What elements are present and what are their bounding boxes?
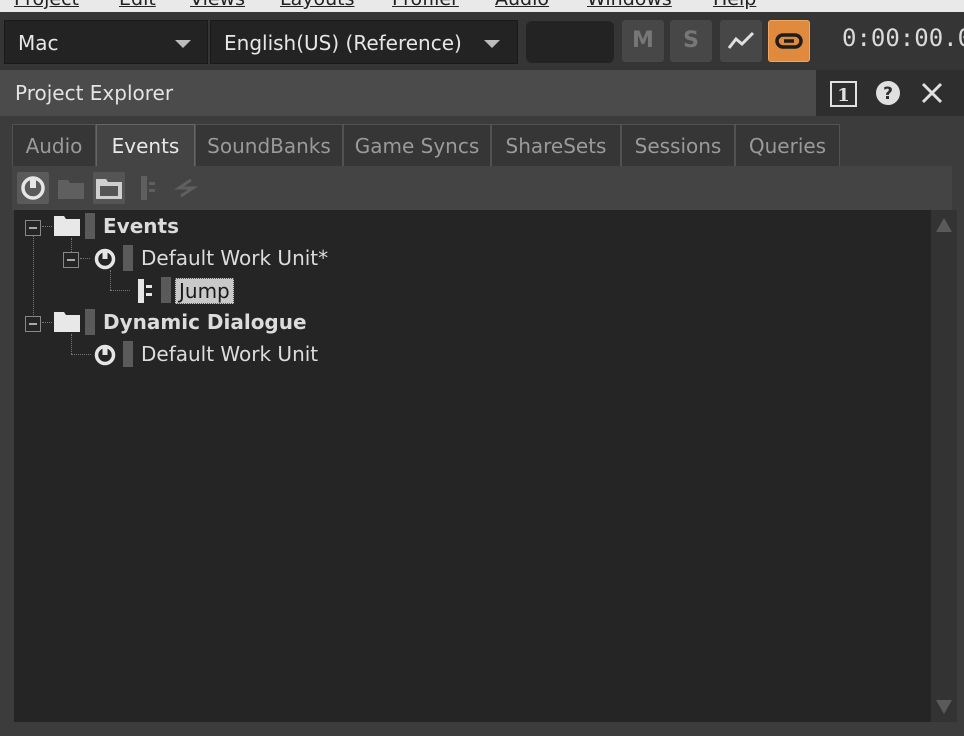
menu-edit[interactable]: Edit: [119, 0, 156, 10]
tree-item-events[interactable]: Events: [14, 212, 414, 242]
color-swatch: [85, 309, 95, 335]
scroll-up-icon[interactable]: [936, 218, 952, 232]
menu-bar: Project Edit Views Layouts Profiler Audi…: [0, 0, 964, 12]
vertical-scrollbar[interactable]: [931, 210, 957, 722]
platform-value: Mac: [18, 31, 59, 55]
color-swatch: [123, 245, 133, 271]
tree-item-default-work-unit-modified[interactable]: Default Work Unit*: [14, 244, 414, 274]
tree-item-default-work-unit[interactable]: Default Work Unit: [14, 340, 414, 370]
tree-item-jump[interactable]: Jump: [14, 276, 414, 306]
menu-audio[interactable]: Audio: [495, 0, 549, 10]
folder-icon[interactable]: [55, 172, 87, 204]
menu-project[interactable]: Project: [14, 0, 79, 10]
capture-button[interactable]: [720, 20, 762, 62]
view-number-icon[interactable]: 1: [829, 78, 859, 108]
project-tree: Events Default Work Unit* Jump Dynamic D…: [14, 210, 957, 722]
tree-item-label: Default Work Unit*: [141, 246, 329, 270]
panel-title: Project Explorer: [15, 81, 174, 105]
menu-profiler[interactable]: Profiler: [392, 0, 459, 10]
chevron-down-icon: [175, 40, 191, 48]
tree-item-dynamic-dialogue[interactable]: Dynamic Dialogue: [14, 308, 414, 338]
main-toolbar: Mac English(US) (Reference) M S 0:00:00.…: [0, 12, 964, 70]
tab-sharesets[interactable]: ShareSets: [491, 124, 621, 166]
menu-views[interactable]: Views: [190, 0, 245, 10]
language-dropdown[interactable]: English(US) (Reference): [210, 20, 518, 64]
dialogue-event-icon[interactable]: [169, 172, 201, 204]
platform-dropdown[interactable]: Mac: [4, 20, 208, 64]
svg-text:1: 1: [837, 85, 850, 106]
event-icon[interactable]: [131, 172, 163, 204]
collapse-icon[interactable]: [63, 252, 79, 268]
menu-layouts[interactable]: Layouts: [280, 0, 355, 10]
event-icon: [138, 279, 152, 303]
svg-text:?: ?: [883, 84, 893, 104]
chevron-down-icon: [484, 40, 500, 48]
tree-item-label: Jump: [175, 278, 234, 304]
menu-help[interactable]: Help: [713, 0, 756, 10]
link-icon: [775, 33, 803, 49]
work-unit-icon: [94, 344, 116, 366]
tab-sessions[interactable]: Sessions: [621, 124, 735, 166]
panel-header: Project Explorer 1 ?: [0, 70, 964, 116]
tab-queries[interactable]: Queries: [735, 124, 840, 166]
tab-game-syncs[interactable]: Game Syncs: [343, 124, 491, 166]
tab-events[interactable]: Events: [96, 124, 195, 168]
menu-windows[interactable]: Windows: [587, 0, 672, 10]
work-unit-icon[interactable]: [17, 172, 49, 204]
color-swatch: [161, 277, 171, 303]
folder-icon: [54, 216, 80, 236]
work-unit-icon: [94, 248, 116, 270]
graph-icon: [727, 31, 755, 49]
meter-display: [526, 21, 614, 63]
virtual-folder-icon[interactable]: [93, 172, 125, 204]
color-swatch: [85, 213, 95, 239]
timecode-display: 0:00:00.0: [842, 24, 964, 52]
collapse-icon[interactable]: [25, 316, 41, 332]
collapse-icon[interactable]: [25, 220, 41, 236]
link-button[interactable]: [768, 20, 810, 62]
tree-item-label: Events: [103, 214, 179, 238]
explorer-toolbar: [12, 166, 952, 210]
folder-icon: [54, 312, 80, 332]
tab-audio[interactable]: Audio: [12, 124, 96, 166]
tree-item-label: Default Work Unit: [141, 342, 319, 366]
close-icon[interactable]: [917, 78, 947, 108]
language-value: English(US) (Reference): [224, 31, 462, 55]
solo-button[interactable]: S: [670, 20, 712, 62]
mute-button[interactable]: M: [622, 20, 664, 62]
panel-title-bar: Project Explorer: [0, 70, 816, 116]
color-swatch: [123, 341, 133, 367]
project-explorer-panel: Audio Events SoundBanks Game Syncs Share…: [0, 116, 964, 736]
scroll-down-icon[interactable]: [936, 700, 952, 714]
help-icon[interactable]: ?: [873, 78, 903, 108]
tree-item-label: Dynamic Dialogue: [103, 310, 307, 334]
tab-soundbanks[interactable]: SoundBanks: [195, 124, 343, 166]
